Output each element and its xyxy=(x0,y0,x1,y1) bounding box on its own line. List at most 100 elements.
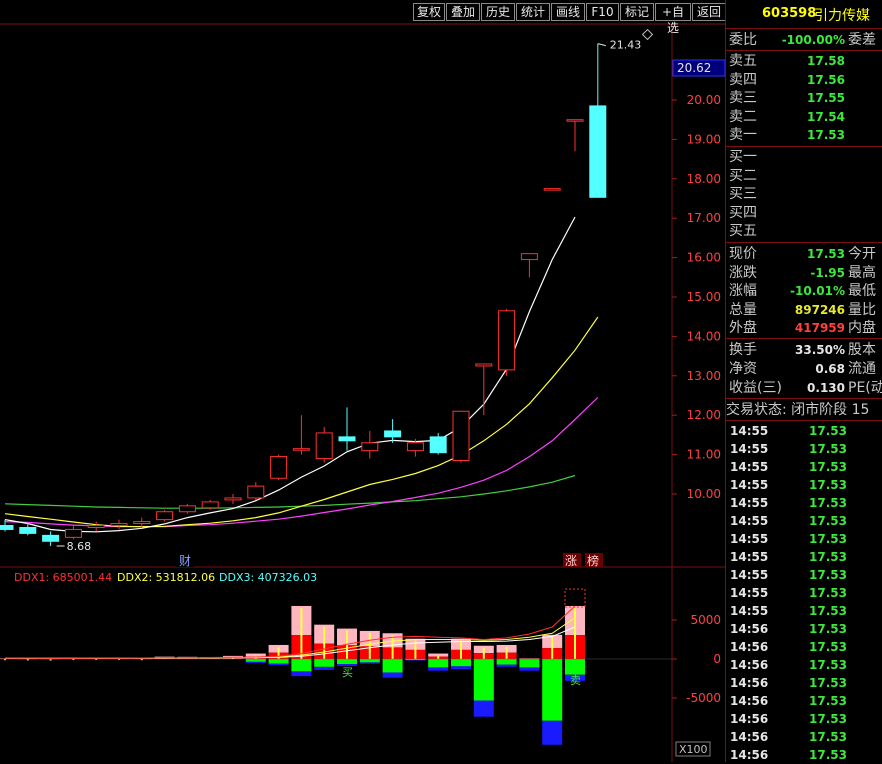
tick-time: 14:56 xyxy=(730,728,768,746)
tick-price: 17.53 xyxy=(809,692,847,710)
stock-name: 引力传媒 xyxy=(814,5,870,25)
tick-time: 14:55 xyxy=(730,458,768,476)
candle-body-up xyxy=(499,311,515,370)
mark-button[interactable]: 标记 xyxy=(620,3,654,21)
divider xyxy=(726,50,882,51)
buy-level-row: 买五 xyxy=(726,222,882,240)
candle-body-up xyxy=(544,189,560,191)
price-axis-label: 15.00 xyxy=(687,290,721,304)
tick-row: 14:5517.53 xyxy=(726,602,882,620)
candle-body-down xyxy=(0,526,13,530)
quote-label: 现价 xyxy=(729,245,757,263)
quote-value: 897246 xyxy=(795,301,845,319)
sell-level-price: 17.58 xyxy=(807,52,845,70)
divider xyxy=(726,242,882,243)
fin-label-right: 流通 xyxy=(848,360,876,378)
buy-level-label: 买五 xyxy=(729,222,757,240)
tick-price: 17.53 xyxy=(809,422,847,440)
add-favorite-button[interactable]: +自选 xyxy=(655,3,691,21)
tick-row: 14:5517.53 xyxy=(726,566,882,584)
ddx-bar-dn-light xyxy=(474,659,494,701)
scale-label: X100 xyxy=(679,743,708,756)
tick-row: 14:55 17.53 xyxy=(726,530,882,548)
tick-time: 14:56 xyxy=(730,638,768,656)
ddx-bar-dn-dark xyxy=(497,665,517,667)
ddx-bar-dn-light xyxy=(314,659,334,667)
tick-row: 14:5517.53 xyxy=(726,512,882,530)
candle-body-down xyxy=(590,106,606,197)
quote-label: 总量 xyxy=(729,301,757,319)
divider xyxy=(726,338,882,339)
tick-price: 17.53 xyxy=(809,530,847,548)
fin-label: 净资 xyxy=(729,360,757,378)
tick-price: 17.53 xyxy=(809,458,847,476)
sell-level-label: 卖三 xyxy=(729,89,757,107)
ddx3-label: DDX3: 407326.03 xyxy=(219,571,317,584)
sell-level-label: 卖五 xyxy=(729,52,757,70)
sell-level-label: 卖四 xyxy=(729,71,757,89)
tick-time: 14:55 xyxy=(730,584,768,602)
quote-label-right: 最低 xyxy=(848,282,876,300)
candle-body-up xyxy=(111,524,127,526)
sell-level-row: 卖五 17.58 xyxy=(726,52,882,70)
history-button[interactable]: 历史 xyxy=(481,3,515,21)
tick-time: 14:56 xyxy=(730,656,768,674)
tick-row: 14:5517.53 xyxy=(726,440,882,458)
ddx-bar-dn-light xyxy=(246,659,266,662)
fuquan-button[interactable]: 复权 xyxy=(413,3,445,21)
ddx-bar-dn-light xyxy=(269,659,289,663)
tick-row: 14:56 17.53 xyxy=(726,656,882,674)
sell-level-row: 卖三17.55 xyxy=(726,89,882,107)
ddx-bar-dn-dark xyxy=(519,667,539,670)
marker-bang: 榜 xyxy=(587,553,599,568)
candle-body-up xyxy=(65,529,81,537)
tick-row: 14:5617.53 xyxy=(726,674,882,692)
fin-row: 换手33.50%股本 xyxy=(726,341,882,359)
kline-chart[interactable]: 20.0019.0018.0017.0016.0015.0014.0013.00… xyxy=(0,0,725,762)
tick-price: 17.53 xyxy=(809,584,847,602)
price-axis-label: 12.00 xyxy=(687,408,721,422)
ddx-bar-dn-light xyxy=(565,659,585,675)
quote-row: 外盘417959内盘 xyxy=(726,319,882,337)
candle-body-up xyxy=(225,498,241,500)
statistics-button[interactable]: 统计 xyxy=(516,3,550,21)
candle-body-up xyxy=(362,443,378,451)
ddx-axis-label: -5000 xyxy=(686,691,721,705)
buy-level-row: 买四 xyxy=(726,204,882,222)
ddx-bar-dn-dark xyxy=(246,662,266,663)
tick-time: 14:55 xyxy=(730,440,768,458)
price-axis-label: 13.00 xyxy=(687,369,721,383)
candle-body-up xyxy=(134,522,150,524)
tick-price: 17.53 xyxy=(809,638,847,656)
ddx-bar-dn-dark xyxy=(474,701,494,717)
stock-code: 603598 xyxy=(762,6,816,21)
tick-time: 14:55 xyxy=(730,530,768,548)
ddx-bar-dn-dark xyxy=(383,672,403,677)
divider xyxy=(726,28,882,29)
tick-price: 17.53 xyxy=(809,656,847,674)
candle-body-up xyxy=(521,254,537,260)
back-button[interactable]: 返回 xyxy=(692,3,726,21)
price-axis-label: 16.00 xyxy=(687,251,721,265)
ddx-bar-dn-dark xyxy=(360,662,380,663)
candle-body-up xyxy=(453,411,469,460)
ddx-axis-label: 0 xyxy=(713,652,721,666)
f10-button[interactable]: F10 xyxy=(586,3,619,21)
tick-row: 14:5617.53 xyxy=(726,710,882,728)
buy-level-row: 买一 xyxy=(726,148,882,166)
candle-body-up xyxy=(88,526,104,528)
ddx-bar-dn-light xyxy=(337,659,357,664)
overlay-button[interactable]: 叠加 xyxy=(446,3,480,21)
ddx-bar-dn-dark xyxy=(291,671,311,676)
tick-price: 17.53 xyxy=(809,710,847,728)
chart-toolbar: 复权 叠加 历史 统计 画线 F10 标记 +自选 返回 xyxy=(0,0,728,24)
candle-body-up xyxy=(179,506,195,512)
tick-row: 14:5617.53 xyxy=(726,746,882,764)
draw-line-button[interactable]: 画线 xyxy=(551,3,585,21)
price-axis-label: 11.00 xyxy=(687,448,721,462)
tick-price: 17.53 xyxy=(809,476,847,494)
tick-row: 14:5517.53 xyxy=(726,422,882,440)
tick-time: 14:55 xyxy=(730,548,768,566)
ma60-line xyxy=(5,476,575,509)
price-axis-label: 18.00 xyxy=(687,172,721,186)
